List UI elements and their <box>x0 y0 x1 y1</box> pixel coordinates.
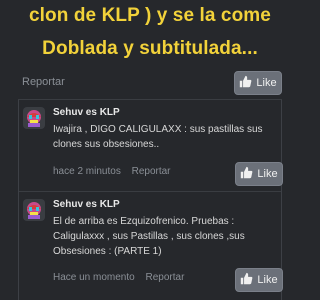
comment-report-link[interactable]: Reportar <box>132 166 171 177</box>
comment-text: Iwajira , DIGO CALIGULAXX : sus pastilla… <box>53 124 263 150</box>
avatar <box>23 107 45 129</box>
comment-like-button[interactable]: Like <box>235 162 283 186</box>
comment-author[interactable]: Sehuv es KLP <box>53 199 120 210</box>
page: clon de KLP ) y se la come Doblada y sub… <box>0 0 300 300</box>
comment-meta: hace 2 minutos Reportar <box>53 166 179 177</box>
comment-like-button[interactable]: Like <box>235 268 283 292</box>
post-report-link[interactable]: Reportar <box>22 76 65 88</box>
comment-like-label: Like <box>257 274 278 286</box>
comments-thread: Sehuv es KLP Iwajira , DIGO CALIGULAXX :… <box>18 100 283 300</box>
headline-line-2: Doblada y subtitulada... <box>42 38 258 59</box>
comment-timestamp: hace 2 minutos <box>53 166 121 177</box>
thumbs-up-icon <box>239 75 252 91</box>
post-like-button[interactable]: Like <box>234 71 282 95</box>
post-like-label: Like <box>256 77 277 89</box>
comment-item: Sehuv es KLP Iwajira , DIGO CALIGULAXX :… <box>19 100 283 193</box>
thumbs-up-icon <box>240 166 253 182</box>
avatar <box>23 199 45 221</box>
comment-timestamp: Hace un momento <box>53 272 135 283</box>
comment-author[interactable]: Sehuv es KLP <box>53 107 120 118</box>
comment-item: Sehuv es KLP El de arriba es Ezquizofren… <box>19 192 283 300</box>
headline-line-1: clon de KLP ) y se la come <box>29 5 271 26</box>
comment-like-label: Like <box>257 168 278 180</box>
thumbs-up-icon <box>240 272 253 288</box>
comment-meta: Hace un momento Reportar <box>53 272 192 283</box>
comment-report-link[interactable]: Reportar <box>146 272 185 283</box>
comment-text: El de arriba es Ezquizofrenico. Pruebas … <box>53 216 245 257</box>
